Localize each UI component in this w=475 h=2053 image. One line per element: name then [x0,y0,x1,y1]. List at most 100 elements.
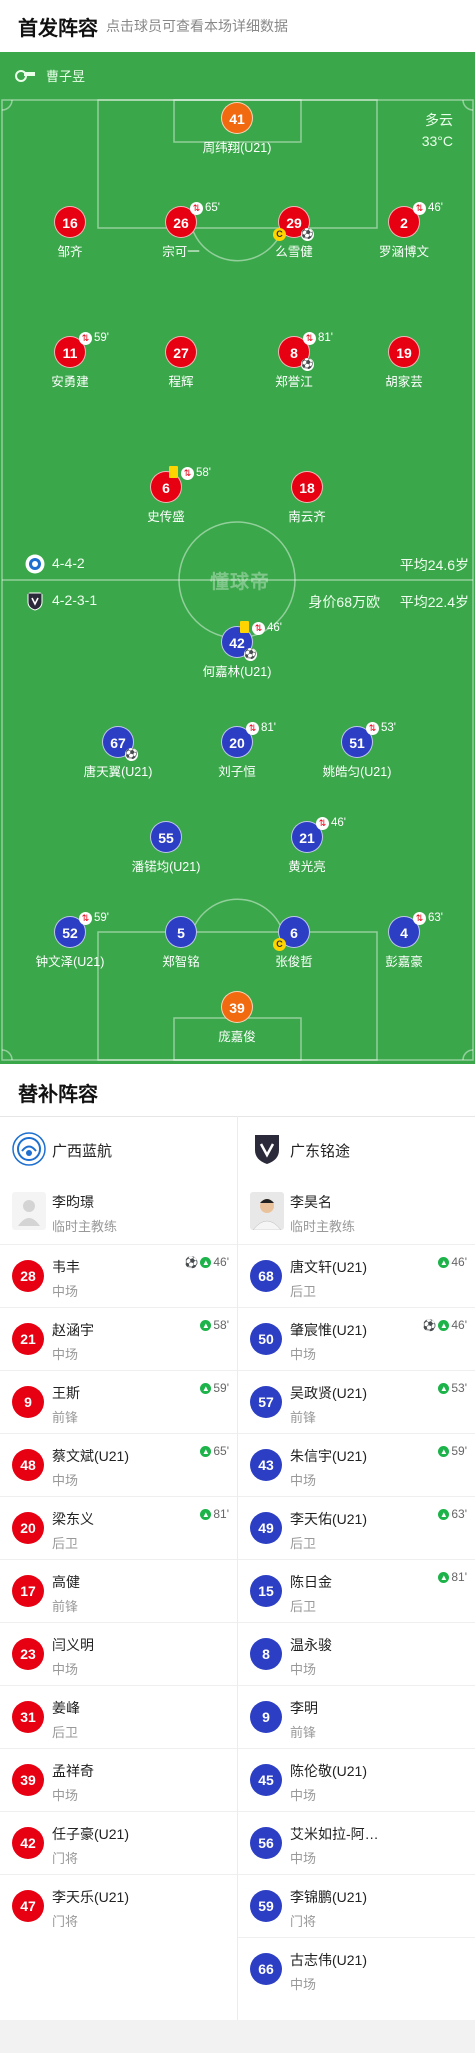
away-coach-name: 李昊名 [290,1194,332,1210]
goal-ball-icon: ⚽ [422,1319,437,1332]
player-name: 罗涵博文 [378,245,429,259]
player-number: 8 ⇅ 81' ⚽ [278,331,333,371]
away-player[interactable]: 52 ⇅ 59' 钟文泽(U21) [10,911,130,970]
bench-player-row[interactable]: 39 孟祥奇 中场 [0,1748,237,1811]
bench-player-row[interactable]: 15 陈日金 后卫 ▲ 81' [238,1559,475,1622]
away-bench-team[interactable]: 广东铭途 [238,1116,475,1180]
bench-player-position: 中场 [52,1284,79,1299]
home-player[interactable]: 2 ⇅ 46' 罗涵博文 [344,201,464,260]
bench-player-name: 姜峰 [52,1700,80,1716]
away-bench-team-name: 广东铭途 [290,1143,351,1160]
ball-event-icon: ⚽ [244,648,257,661]
player-name: 郑誉江 [275,375,313,389]
page-title: 首发阵容 [18,18,98,40]
sub-out-minute: 81' [318,332,333,344]
sub-in-icon: ▲ [438,1445,450,1457]
bench-player-row[interactable]: 9 李明 前锋 [238,1685,475,1748]
away-player[interactable]: 67 ⚽ 唐天翼(U21) [58,726,178,780]
bench-player-name: 李天乐(U21) [52,1889,130,1905]
player-number: 55 [150,821,182,853]
sub-out-icon: ⇅ [252,621,265,635]
sub-out-minute: 46' [428,202,443,214]
player-number: 6 ⇅ 58' [150,466,211,503]
player-name: 彭嘉豪 [385,955,423,969]
bench-player-row[interactable]: 8 温永骏 中场 [238,1622,475,1685]
yellow-card-icon [240,621,249,633]
home-bench-team-name: 广西蓝航 [52,1143,113,1160]
home-player[interactable]: 26 ⇅ 65' 宗可一 [121,201,241,260]
away-avg-age: 平均22.4岁 [399,594,469,610]
bench-player-row[interactable]: 57 吴政贤(U21) 前锋 ▲ 53' [238,1370,475,1433]
bench-player-row[interactable]: 50 肇宸惟(U21) 中场 ⚽ ▲ 46' [238,1307,475,1370]
bench-player-row[interactable]: 47 李天乐(U21) 门将 [0,1874,237,1937]
sub-in-indicator: ▲ 59' [200,1381,229,1395]
home-player[interactable]: 8 ⇅ 81' ⚽ 郑誉江 [234,331,354,390]
sub-in-minute: 46' [451,1255,467,1269]
bench-player-row[interactable]: 45 陈伦敬(U21) 中场 [238,1748,475,1811]
bench-player-row[interactable]: 20 梁东义 后卫 ▲ 81' [0,1496,237,1559]
bench-player-number: 49 [250,1512,282,1544]
sub-in-icon: ▲ [438,1571,450,1583]
away-player[interactable]: 20 ⇅ 81' 刘子恒 [177,721,297,780]
bench-player-row[interactable]: 28 韦丰 中场 ⚽ ▲ 46' [0,1244,237,1307]
home-avg-age: 平均24.6岁 [399,557,469,573]
home-player[interactable]: 6 ⇅ 58' 史传盛 [106,466,226,525]
bench-player-row[interactable]: 31 姜峰 后卫 [0,1685,237,1748]
away-player[interactable]: 21 ⇅ 46' 黄光亮 [247,816,367,875]
bench-player-number: 43 [250,1449,282,1481]
home-player[interactable]: 29 C ⚽ 么雪健 [234,206,354,260]
player-name: 史传盛 [147,510,185,524]
bench-player-row[interactable]: 23 闫义明 中场 [0,1622,237,1685]
home-player[interactable]: 19 胡家芸 [344,336,464,390]
bench-player-position: 后卫 [52,1536,79,1551]
away-player[interactable]: 51 ⇅ 53' 姚皓匀(U21) [297,721,417,780]
home-player[interactable]: 27 程辉 [121,336,241,390]
away-player[interactable]: 4 ⇅ 63' 彭嘉豪 [344,911,464,970]
sub-out-icon: ⇅ [79,331,92,345]
home-coach[interactable]: 李昀璟 临时主教练 [0,1180,237,1244]
away-player[interactable]: 55 潘锘均(U21) [106,821,226,875]
bench-player-name: 艾米如拉-阿… [290,1826,379,1842]
away-coach[interactable]: 李昊名 临时主教练 [238,1180,475,1244]
away-player[interactable]: 6 C 张俊哲 [234,916,354,970]
bench-player-row[interactable]: 48 蔡文斌(U21) 中场 ▲ 65' [0,1433,237,1496]
bench-player-row[interactable]: 66 古志伟(U21) 中场 [238,1937,475,2000]
sub-out-icon: ⇅ [316,816,329,830]
bench-player-row[interactable]: 43 朱信宇(U21) 中场 ▲ 59' [238,1433,475,1496]
home-player[interactable]: 16 邹齐 [10,206,130,260]
sub-out-minute: 63' [428,912,443,924]
bench-player-row[interactable]: 68 唐文轩(U21) 后卫 ▲ 46' [238,1244,475,1307]
away-player[interactable]: 5 郑智铭 [121,916,241,970]
home-player[interactable]: 18 南云齐 [247,471,367,525]
bench-player-row[interactable]: 17 高健 前锋 [0,1559,237,1622]
home-player[interactable]: 11 ⇅ 59' 安勇建 [10,331,130,390]
away-player[interactable]: 39 庞嘉俊 [177,991,297,1045]
footer-spacer [0,2020,475,2053]
player-number: 27 [165,336,197,368]
bench-player-position: 后卫 [290,1536,317,1551]
bench-player-row[interactable]: 21 赵涵宇 中场 ▲ 58' [0,1307,237,1370]
home-bench-team[interactable]: 广西蓝航 [0,1116,237,1180]
bench-player-row[interactable]: 59 李锦鹏(U21) 门将 [238,1874,475,1937]
player-name: 唐天翼(U21) [83,765,153,779]
bench-player-position: 中场 [52,1473,79,1488]
sub-in-minute: 81' [213,1507,229,1521]
player-name: 程辉 [168,375,194,389]
player-name: 邹齐 [57,245,83,259]
bench-player-row[interactable]: 42 任子豪(U21) 门将 [0,1811,237,1874]
bench-player-name: 李明 [290,1700,318,1716]
home-player[interactable]: 41 周纬翔(U21) [177,102,297,156]
bench-player-name: 肇宸惟(U21) [290,1322,368,1338]
bench-player-row[interactable]: 9 王斯 前锋 ▲ 59' [0,1370,237,1433]
bench-player-position: 门将 [290,1914,317,1929]
away-player[interactable]: 42 ⇅ 46' ⚽ 何嘉林(U21) [177,621,297,680]
pitch: 曹子昱 多云 33°C 懂球帝 4-4-2 平均24.6岁 4-2-3-1 身价… [0,52,475,1064]
sub-in-indicator: ▲ 81' [200,1507,229,1521]
bench-player-row[interactable]: 56 艾米如拉-阿… 中场 [238,1811,475,1874]
home-bench-list: 28 韦丰 中场 ⚽ ▲ 46' 21 赵涵宇 中场 ▲ 58' 9 王斯 前锋 ▲ 59' 48 蔡文斌(U21… [0,1244,237,1937]
bench-player-number: 56 [250,1827,282,1859]
sub-in-icon: ▲ [438,1382,450,1394]
captain-badge: C [273,938,286,951]
home-coach-role: 临时主教练 [52,1219,118,1234]
bench-player-row[interactable]: 49 李天佑(U21) 后卫 ▲ 63' [238,1496,475,1559]
